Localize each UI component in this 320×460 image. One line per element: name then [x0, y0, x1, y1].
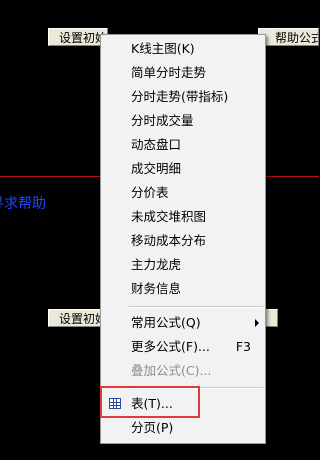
- menu-item-timeshare-with-indicator[interactable]: 分时走势(带指标): [101, 85, 265, 109]
- menu-item-simple-timeshare[interactable]: 简单分时走势: [101, 61, 265, 85]
- menu-item-label: 表(T)...: [131, 396, 173, 411]
- set-initial-formula-button[interactable]: 设置初始公式(I): [48, 28, 108, 46]
- menu-item-timeshare-volume[interactable]: 分时成交量: [101, 109, 265, 133]
- menu-item-moving-cost[interactable]: 移动成本分布: [101, 229, 265, 253]
- menu-item-more-formula[interactable]: 更多公式(F)... F3: [101, 335, 265, 359]
- menu-item-price-table[interactable]: 分价表: [101, 181, 265, 205]
- shortcut-label: F3: [235, 339, 251, 354]
- screen: 设置初始公式(I) 帮助公式(H) 寻求帮助 设置初始 K线主图(K) 简单分时…: [0, 0, 319, 460]
- menu-item-label: 常用公式(Q): [131, 315, 201, 330]
- menu-item-overlay-formula: 叠加公式(C)...: [131, 363, 212, 378]
- menu-item-kline-main[interactable]: K线主图(K): [101, 37, 265, 61]
- help-link-text[interactable]: 寻求帮助: [0, 193, 46, 213]
- help-formula-button[interactable]: 帮助公式(H): [258, 28, 319, 46]
- context-menu: K线主图(K) 简单分时走势 分时走势(带指标) 分时成交量 动态盘口 成交明细…: [100, 34, 266, 444]
- table-icon: [109, 398, 121, 409]
- menu-item-dynamic-order-book[interactable]: 动态盘口: [101, 133, 265, 157]
- submenu-arrow-icon: [255, 319, 259, 327]
- menu-item-financial-info[interactable]: 财务信息: [101, 277, 265, 301]
- menu-item-unfilled-stack[interactable]: 未成交堆积图: [101, 205, 265, 229]
- menu-separator: [129, 387, 263, 389]
- menu-item-trade-details[interactable]: 成交明细: [101, 157, 265, 181]
- menu-separator: [129, 306, 263, 308]
- menu-item-common-formula[interactable]: 常用公式(Q): [101, 311, 265, 335]
- menu-item-paging[interactable]: 分页(P): [101, 416, 265, 440]
- set-initial-button-lower[interactable]: 设置初始: [48, 309, 108, 327]
- menu-item-table[interactable]: 表(T)...: [101, 392, 265, 416]
- menu-item-label: 更多公式(F)...: [131, 339, 210, 354]
- menu-item-main-force[interactable]: 主力龙虎: [101, 253, 265, 277]
